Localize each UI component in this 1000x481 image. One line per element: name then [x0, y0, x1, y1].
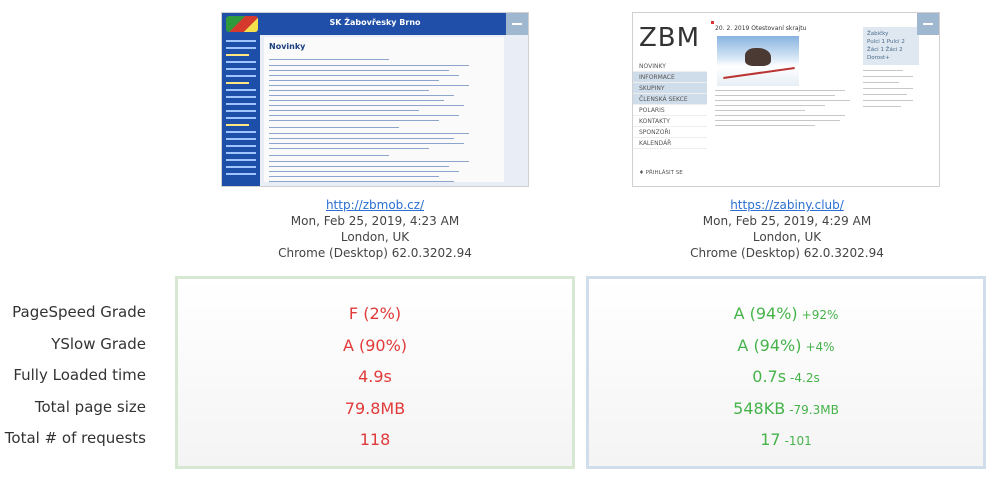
site-header: SK Žabovřesky Brno	[222, 13, 528, 35]
metric-labels: PageSpeed Grade YSlow Grade Fully Loaded…	[0, 297, 146, 455]
url-link[interactable]: http://zbmob.cz/	[220, 197, 530, 213]
label-requests: Total # of requests	[4, 429, 146, 447]
label-size: Total page size	[34, 397, 146, 416]
requests-value: 17	[760, 430, 781, 449]
test-browser: Chrome (Desktop) 62.0.3202.94	[278, 246, 472, 260]
pagespeed-value: A (94%)	[733, 304, 798, 323]
loaded-value: 4.9s	[358, 367, 392, 386]
nav-item: INFORMACE	[633, 72, 707, 83]
label-pagespeed: PageSpeed Grade	[12, 303, 146, 321]
yslow-value: A (94%)	[737, 335, 802, 355]
yslow-value: A (90%)	[342, 335, 408, 355]
minimize-icon[interactable]	[506, 13, 528, 35]
minimize-icon[interactable]	[917, 13, 939, 35]
nav-item: POLARIS	[633, 105, 707, 116]
test-browser: Chrome (Desktop) 62.0.3202.94	[690, 246, 884, 260]
loaded-delta: -4.2s	[790, 371, 820, 385]
site-heading: Novinky	[269, 42, 306, 51]
test-meta-left: http://zbmob.cz/ Mon, Feb 25, 2019, 4:23…	[220, 197, 530, 261]
zbm-logo: ZBM	[639, 23, 701, 53]
site-title: SK Žabovřesky Brno	[329, 18, 421, 27]
test-date: Mon, Feb 25, 2019, 4:29 AM	[702, 214, 872, 228]
size-value: 548KB	[733, 398, 786, 418]
login-link: ♦ PŘIHLÁSIT SE	[639, 170, 683, 176]
nav-item: SPONZOŘI	[633, 127, 707, 138]
loaded-row: 0.7s -4.2s	[589, 361, 983, 393]
screenshot-thumbnail-right[interactable]: ZBM NOVINKY INFORMACE SKUPINY ČLENSKÁ SE…	[632, 12, 940, 187]
loaded-value: 0.7s	[752, 367, 787, 386]
pagespeed-delta: +92%	[801, 308, 839, 322]
pagespeed-value: F (2%)	[348, 304, 402, 323]
test-location: London, UK	[752, 230, 822, 244]
nav-item: ČLENSKÁ SEKCE	[633, 94, 707, 105]
size-value: 79.8MB	[344, 398, 406, 418]
metrics-panel-right: A (94%) +92% A (94%) +4% 0.7s -4.2s 548KB -7…	[586, 276, 986, 469]
size-delta: -79.3MB	[789, 402, 839, 417]
yslow-delta: +4%	[805, 339, 835, 354]
nav-item: SKUPINY	[633, 83, 707, 94]
test-date: Mon, Feb 25, 2019, 4:23 AM	[290, 214, 460, 228]
nav-item: KALENDÁŘ	[633, 138, 707, 149]
screenshot-thumbnail-left[interactable]: SK Žabovřesky Brno Novinky	[221, 12, 529, 187]
site-post: 20. 2. 2019 Otestovaní skrajtu	[715, 25, 855, 186]
metrics-panel-left: F (2%) A (90%) 4.9s 79.8MB 118	[175, 276, 575, 469]
label-loaded: Fully Loaded time	[13, 366, 146, 384]
site-content: Novinky	[264, 37, 504, 182]
url-link[interactable]: https://zabiny.club/	[632, 197, 942, 213]
yslow-row: A (94%) +4%	[589, 330, 983, 362]
groups-box: Žabičky Pulci 1 Pulci 2 Žáci 1 Žáci 2 Do…	[863, 27, 919, 65]
skier-photo	[717, 36, 799, 86]
requests-row: 17 -101	[589, 424, 983, 456]
test-location: London, UK	[340, 230, 410, 244]
site-nav: NOVINKY INFORMACE SKUPINY ČLENSKÁ SEKCE …	[633, 61, 707, 186]
site-aside: Žabičky Pulci 1 Pulci 2 Žáci 1 Žáci 2 Do…	[863, 27, 919, 107]
site-sidebar	[222, 35, 260, 186]
size-row: 548KB -79.3MB	[589, 393, 983, 425]
post-title: 20. 2. 2019 Otestovaní skrajtu	[715, 25, 807, 32]
requests-delta: -101	[784, 434, 812, 448]
label-yslow: YSlow Grade	[51, 334, 146, 353]
requests-value: 118	[359, 430, 391, 449]
nav-item: NOVINKY	[633, 61, 707, 72]
nav-item: KONTAKTY	[633, 116, 707, 127]
pagespeed-row: A (94%) +92%	[589, 298, 983, 330]
comparison-page: SK Žabovřesky Brno Novinky ZBM NOVINKY I…	[0, 0, 1000, 481]
pin-icon	[711, 21, 714, 24]
test-meta-right: https://zabiny.club/ Mon, Feb 25, 2019, …	[632, 197, 942, 261]
